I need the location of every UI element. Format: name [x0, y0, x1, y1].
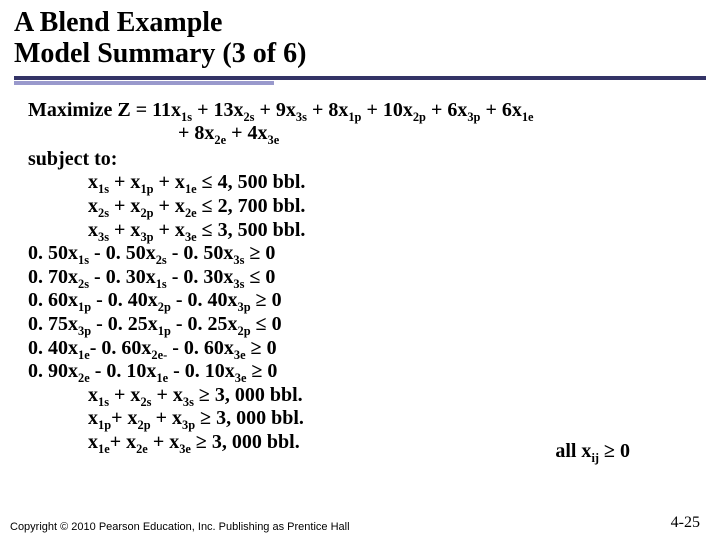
slide-title: A Blend Example Model Summary (3 of 6): [0, 8, 720, 74]
c-sub: 1e: [98, 442, 110, 456]
nonneg-text: all x: [555, 440, 591, 462]
c-term: + x: [109, 219, 140, 241]
c-sub: 2e: [136, 442, 148, 456]
c-term: + x: [154, 195, 185, 217]
c-term: + x: [110, 431, 136, 453]
obj-term: + 6x: [480, 99, 521, 121]
constraint-row: x2s + x2p + x2e ≤ 2, 700 bbl.: [28, 195, 696, 219]
c-term: x: [88, 384, 98, 406]
obj-sub: 2e: [214, 133, 226, 147]
c-sub: 2p: [140, 206, 153, 220]
c-term: - 0. 40x: [91, 289, 158, 311]
obj-term: + 10x: [361, 99, 412, 121]
c-rhs: ≥ 0: [244, 242, 275, 264]
c-term: - 0. 60x: [167, 337, 234, 359]
nonneg-sub: ij: [591, 451, 599, 465]
constraint-row: x1s + x1p + x1e ≤ 4, 500 bbl.: [28, 171, 696, 195]
c-term: - 0. 10x: [168, 360, 235, 382]
obj-term: + 8x: [178, 122, 214, 144]
c-term: x: [88, 171, 98, 193]
c-sub: 2s: [98, 206, 109, 220]
c-rhs: ≥ 3, 000 bbl.: [194, 384, 303, 406]
obj-term: + 9x: [255, 99, 296, 121]
c-term: + x: [109, 384, 140, 406]
c-term: - 0. 60x: [90, 337, 152, 359]
c-term: - 0. 30x: [89, 266, 156, 288]
c-term: - 0. 50x: [89, 242, 156, 264]
c-term: x: [88, 219, 98, 241]
c-term: x: [88, 195, 98, 217]
obj-term: + 6x: [426, 99, 467, 121]
c-rhs: ≥ 3, 000 bbl.: [195, 407, 304, 429]
obj-sub: 1e: [522, 110, 534, 124]
obj-term: + 13x: [192, 99, 243, 121]
c-rhs: ≥ 0: [246, 360, 277, 382]
c-term: + x: [109, 171, 140, 193]
slide: A Blend Example Model Summary (3 of 6) M…: [0, 0, 720, 540]
c-sub: 3e: [179, 442, 191, 456]
objective-line-2: + 8x2e + 4x3e: [28, 122, 696, 146]
obj-term: 11x: [152, 99, 181, 121]
constraint-row: 0. 90x2e - 0. 10x1e - 0. 10x3e ≥ 0: [28, 360, 696, 384]
c-term: - 0. 50x: [167, 242, 234, 264]
c-term: + x: [151, 407, 182, 429]
constraint-row: 0. 50x1s - 0. 50x2s - 0. 50x3s ≥ 0: [28, 242, 696, 266]
c-term: - 0. 40x: [171, 289, 238, 311]
constraint-row: 0. 70x2s - 0. 30x1s - 0. 30x3s ≤ 0: [28, 266, 696, 290]
c-rhs: ≤ 2, 700 bbl.: [197, 195, 306, 217]
c-sub: 2e: [185, 206, 197, 220]
constraint-row: 0. 40x1e- 0. 60x2e- - 0. 60x3e ≥ 0: [28, 337, 696, 361]
c-term: + x: [111, 407, 137, 429]
nonnegativity: all xij ≥ 0: [555, 440, 630, 463]
constraint-row: x1s + x2s + x3s ≥ 3, 000 bbl.: [28, 384, 696, 408]
constraints: x1s + x1p + x1e ≤ 4, 500 bbl. x2s + x2p …: [28, 171, 696, 454]
objective-line-1: Maximize Z = 11x1s + 13x2s + 9x3s + 8x1p…: [28, 99, 696, 123]
c-term: 0. 50x: [28, 242, 78, 264]
content-block: Maximize Z = 11x1s + 13x2s + 9x3s + 8x1p…: [0, 85, 720, 455]
c-rhs: ≤ 3, 500 bbl.: [197, 219, 306, 241]
maximize-label: Maximize Z =: [28, 99, 152, 121]
obj-term: + 8x: [307, 99, 348, 121]
c-term: + x: [154, 219, 185, 241]
constraint-row: x1p+ x2p + x3p ≥ 3, 000 bbl.: [28, 407, 696, 431]
obj-sub: 3s: [296, 110, 307, 124]
c-rhs: ≤ 0: [251, 313, 282, 335]
c-term: + x: [109, 195, 140, 217]
title-line-2: Model Summary (3 of 6): [14, 38, 306, 69]
c-term: 0. 40x: [28, 337, 78, 359]
c-term: + x: [154, 171, 185, 193]
c-rhs: ≥ 0: [251, 289, 282, 311]
title-line-1: A Blend Example: [14, 7, 222, 38]
c-term: 0. 90x: [28, 360, 78, 382]
c-rhs: ≥ 3, 000 bbl.: [191, 431, 300, 453]
c-term: + x: [151, 384, 182, 406]
c-term: - 0. 10x: [90, 360, 157, 382]
obj-sub: 1p: [348, 110, 361, 124]
copyright-text: Copyright © 2010 Pearson Education, Inc.…: [10, 521, 350, 534]
obj-sub: 3p: [467, 110, 480, 124]
obj-sub: 3e: [268, 133, 280, 147]
c-term: x: [88, 407, 98, 429]
constraint-row: 0. 60x1p - 0. 40x2p - 0. 40x3p ≥ 0: [28, 289, 696, 313]
c-rhs: ≤ 0: [244, 266, 275, 288]
c-rhs: ≥ 0: [246, 337, 277, 359]
c-term: 0. 75x: [28, 313, 78, 335]
subject-to-label: subject to:: [28, 148, 696, 172]
c-term: - 0. 25x: [171, 313, 238, 335]
c-term: + x: [148, 431, 179, 453]
constraint-row: 0. 75x3p - 0. 25x1p - 0. 25x2p ≤ 0: [28, 313, 696, 337]
c-term: - 0. 30x: [167, 266, 234, 288]
page-number: 4-25: [671, 514, 700, 532]
title-rule-dark: [14, 76, 706, 80]
c-term: 0. 60x: [28, 289, 78, 311]
constraint-row: x3s + x3p + x3e ≤ 3, 500 bbl.: [28, 219, 696, 243]
nonneg-op: ≥ 0: [599, 440, 630, 462]
c-term: x: [88, 431, 98, 453]
obj-sub: 2p: [413, 110, 426, 124]
obj-term: + 4x: [226, 122, 267, 144]
c-rhs: ≤ 4, 500 bbl.: [197, 171, 306, 193]
c-term: 0. 70x: [28, 266, 78, 288]
c-term: - 0. 25x: [91, 313, 158, 335]
